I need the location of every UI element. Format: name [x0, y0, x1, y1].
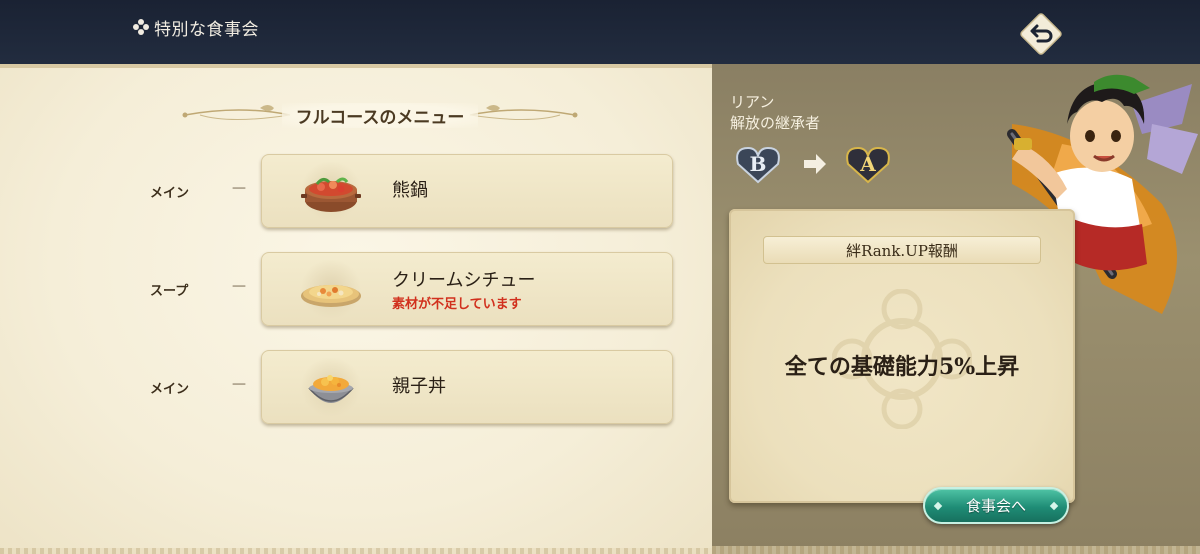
course-card-oyakodon[interactable]: 親子丼 [261, 350, 673, 424]
rank-badges: B A [736, 146, 890, 184]
character-panel: リアン 解放の継承者 B A 絆Rank.UP報酬 全ての基礎能力5%上昇 食事… [712, 64, 1200, 554]
menu-heading-text: フルコースのメニュー [281, 102, 479, 128]
course-category: メイン [150, 382, 190, 397]
menu-panel: フルコースのメニュー メイン — 熊鍋 スープ — クリームシチュー 素材が不足… [0, 64, 712, 554]
reward-description: 全ての基礎能力5%上昇 [784, 354, 1020, 380]
top-bar: 特別な食事会 [0, 0, 1200, 64]
insufficient-ingredients-warning: 素材が不足しています [392, 297, 522, 312]
course-dash: — [232, 376, 246, 392]
screen-title-text: 特別な食事会 [154, 19, 259, 40]
reward-header: 絆Rank.UP報酬 [763, 236, 1041, 264]
bear-hotpot-icon [295, 160, 367, 222]
course-row: スープ — クリームシチュー 素材が不足しています [0, 252, 712, 326]
dish-name: 親子丼 [392, 376, 446, 397]
course-card-bear-hotpot[interactable]: 熊鍋 [261, 154, 673, 228]
rank-from-label: B [750, 152, 767, 176]
go-to-feast-button[interactable]: 食事会へ [923, 487, 1069, 524]
course-dash: — [232, 278, 246, 294]
menu-heading: フルコースのメニュー [180, 100, 580, 130]
course-category: スープ [150, 284, 189, 299]
course-card-cream-stew[interactable]: クリームシチュー 素材が不足しています [261, 252, 673, 326]
right-arrow-icon [804, 154, 826, 174]
character-name: リアン [730, 93, 775, 111]
cream-stew-icon [295, 258, 367, 320]
course-row: メイン — 親子丼 [0, 350, 712, 424]
dish-name: クリームシチュー [392, 270, 536, 291]
reward-card: 絆Rank.UP報酬 全ての基礎能力5%上昇 [729, 209, 1075, 503]
course-category: メイン [150, 186, 190, 201]
character-info: リアン 解放の継承者 [730, 92, 820, 134]
back-button[interactable] [1016, 9, 1066, 59]
rank-to-label: A [859, 152, 876, 176]
bond-rank-change: B A [732, 142, 892, 186]
return-arrow-icon [1020, 13, 1062, 55]
flower-ornament-icon [133, 19, 149, 35]
dish-name: 熊鍋 [392, 180, 428, 201]
course-row: メイン — 熊鍋 [0, 154, 712, 228]
character-epithet: 解放の継承者 [730, 114, 821, 132]
screen-title: 特別な食事会 [132, 14, 259, 40]
oyakodon-bowl-icon [295, 356, 367, 418]
course-dash: — [232, 180, 246, 196]
